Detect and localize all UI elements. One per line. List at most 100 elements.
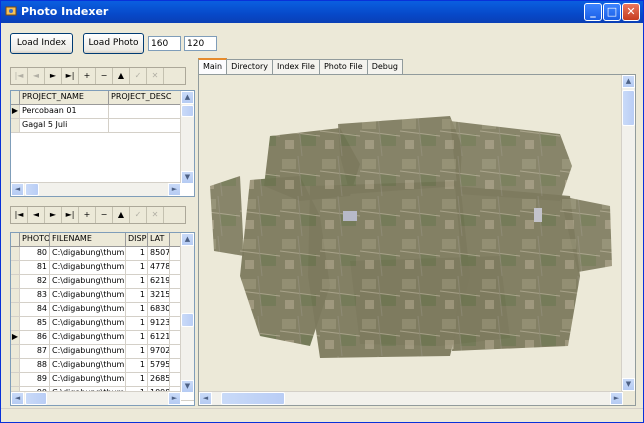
scroll-up-icon[interactable]: ▲: [181, 91, 194, 104]
photo-horizontal-scrollbar[interactable]: ◄ ►: [11, 391, 181, 405]
table-cell[interactable]: C:\digabung\thumbs: [50, 359, 126, 372]
photo-grid[interactable]: PHOTO_I FILENAME DISP LAT 80C:\digabung\…: [10, 232, 195, 406]
scroll-thumb[interactable]: [25, 392, 47, 405]
scroll-left-icon[interactable]: ◄: [11, 392, 24, 405]
table-cell[interactable]: 5795: [148, 359, 170, 372]
table-cell[interactable]: 4778: [148, 261, 170, 274]
title-bar[interactable]: Photo Indexer _ □ ✕: [1, 1, 643, 23]
table-cell[interactable]: C:\digabung\thumbs: [50, 247, 126, 260]
table-cell[interactable]: Gagal 5 Juli: [20, 119, 109, 132]
scroll-thumb[interactable]: [622, 90, 635, 126]
table-row[interactable]: 81 C:\digabung\thumbs 1 4778: [11, 261, 194, 275]
scroll-right-icon[interactable]: ►: [168, 183, 181, 196]
project-horizontal-scrollbar[interactable]: ◄ ►: [11, 182, 181, 196]
scroll-thumb[interactable]: [221, 392, 285, 405]
table-cell[interactable]: 1: [126, 247, 148, 260]
table-row[interactable]: 82 C:\digabung\thumbs 1 6219: [11, 275, 194, 289]
table-row[interactable]: Gagal 5 Juli: [11, 119, 194, 133]
tab-index-file[interactable]: Index File: [271, 59, 320, 75]
post-record-icon[interactable]: ✓: [130, 68, 147, 84]
table-row[interactable]: 89 C:\digabung\thumbs 1 2685: [11, 373, 194, 387]
insert-record-icon[interactable]: +: [79, 207, 96, 223]
edit-record-icon[interactable]: ▲: [113, 207, 130, 223]
prior-record-icon[interactable]: ◄: [28, 207, 45, 223]
table-cell[interactable]: 1: [126, 303, 148, 316]
cancel-record-icon[interactable]: ✕: [147, 207, 164, 223]
load-photo-button[interactable]: Load Photo: [83, 33, 144, 54]
project-grid[interactable]: PROJECT_NAME PROJECT_DESC ▶ Percobaan 01…: [10, 90, 195, 197]
table-cell[interactable]: C:\digabung\thumbs: [50, 261, 126, 274]
scroll-down-icon[interactable]: ▼: [622, 378, 635, 391]
delete-record-icon[interactable]: −: [96, 207, 113, 223]
tab-photo-file[interactable]: Photo File: [318, 59, 368, 75]
next-record-icon[interactable]: ►: [45, 68, 62, 84]
close-icon[interactable]: ✕: [622, 3, 640, 21]
scroll-up-icon[interactable]: ▲: [181, 233, 194, 246]
project-vertical-scrollbar[interactable]: ▲ ▼: [180, 91, 194, 184]
table-cell[interactable]: C:\digabung\thumbs: [50, 275, 126, 288]
column-header[interactable]: LAT: [148, 233, 170, 246]
table-cell[interactable]: C:\digabung\thumbs: [50, 317, 126, 330]
scroll-right-icon[interactable]: ►: [168, 392, 181, 405]
canvas-horizontal-scrollbar[interactable]: ◄ ►: [199, 391, 623, 405]
table-cell[interactable]: C:\digabung\thumbs: [50, 289, 126, 302]
table-cell[interactable]: 1: [126, 359, 148, 372]
last-record-icon[interactable]: ►|: [62, 68, 79, 84]
column-header[interactable]: DISP: [126, 233, 148, 246]
delete-record-icon[interactable]: −: [96, 68, 113, 84]
table-cell[interactable]: Percobaan 01: [20, 105, 109, 118]
table-cell[interactable]: 1: [126, 317, 148, 330]
table-cell[interactable]: 1: [126, 261, 148, 274]
table-cell[interactable]: 9702: [148, 345, 170, 358]
column-header[interactable]: PROJECT_DESC: [109, 91, 184, 104]
table-cell[interactable]: [109, 119, 184, 132]
load-index-button[interactable]: Load Index: [10, 33, 73, 54]
table-row[interactable]: 85 C:\digabung\thumbs 1 9123: [11, 317, 194, 331]
scroll-down-icon[interactable]: ▼: [181, 171, 194, 184]
edit-record-icon[interactable]: ▲: [113, 68, 130, 84]
table-cell[interactable]: 81: [20, 261, 50, 274]
scroll-left-icon[interactable]: ◄: [199, 392, 212, 405]
table-cell[interactable]: 2685: [148, 373, 170, 386]
table-row[interactable]: 87 C:\digabung\thumbs 1 9702: [11, 345, 194, 359]
table-cell[interactable]: C:\digabung\thumbs: [50, 303, 126, 316]
scroll-right-icon[interactable]: ►: [610, 392, 623, 405]
scroll-thumb[interactable]: [181, 105, 194, 117]
scroll-down-icon[interactable]: ▼: [181, 380, 194, 393]
scroll-left-icon[interactable]: ◄: [11, 183, 24, 196]
scroll-thumb[interactable]: [181, 313, 194, 327]
table-row[interactable]: 88 C:\digabung\thumbs 1 5795: [11, 359, 194, 373]
scroll-thumb[interactable]: [25, 183, 39, 196]
table-cell[interactable]: 82: [20, 275, 50, 288]
canvas-vertical-scrollbar[interactable]: ▲ ▼: [621, 75, 635, 391]
photo-vertical-scrollbar[interactable]: ▲ ▼: [180, 233, 194, 393]
table-cell[interactable]: 84: [20, 303, 50, 316]
table-cell[interactable]: C:\digabung\thumbs: [50, 345, 126, 358]
width-input[interactable]: 160: [148, 36, 181, 51]
photo-mosaic-canvas[interactable]: [200, 76, 622, 392]
table-cell[interactable]: 83: [20, 289, 50, 302]
cancel-record-icon[interactable]: ✕: [147, 68, 164, 84]
tab-main[interactable]: Main: [198, 58, 228, 75]
tab-debug[interactable]: Debug: [366, 59, 403, 75]
table-cell[interactable]: 1: [126, 345, 148, 358]
column-header[interactable]: FILENAME: [50, 233, 126, 246]
table-cell[interactable]: 86: [20, 331, 50, 344]
table-cell[interactable]: 6830: [148, 303, 170, 316]
minimize-icon[interactable]: _: [584, 3, 602, 21]
tab-directory[interactable]: Directory: [226, 59, 273, 75]
table-row[interactable]: 84 C:\digabung\thumbs 1 6830: [11, 303, 194, 317]
column-header[interactable]: PHOTO_I: [20, 233, 50, 246]
scroll-up-icon[interactable]: ▲: [622, 75, 635, 88]
last-record-icon[interactable]: ►|: [62, 207, 79, 223]
table-cell[interactable]: 88: [20, 359, 50, 372]
table-cell[interactable]: C:\digabung\thumbs: [50, 331, 126, 344]
table-cell[interactable]: [109, 105, 184, 118]
height-input[interactable]: 120: [184, 36, 217, 51]
table-cell[interactable]: 3215: [148, 289, 170, 302]
first-record-icon[interactable]: |◄: [11, 68, 28, 84]
table-cell[interactable]: 6121: [148, 331, 170, 344]
table-cell[interactable]: 1: [126, 331, 148, 344]
maximize-icon[interactable]: □: [603, 3, 621, 21]
table-cell[interactable]: 1: [126, 373, 148, 386]
